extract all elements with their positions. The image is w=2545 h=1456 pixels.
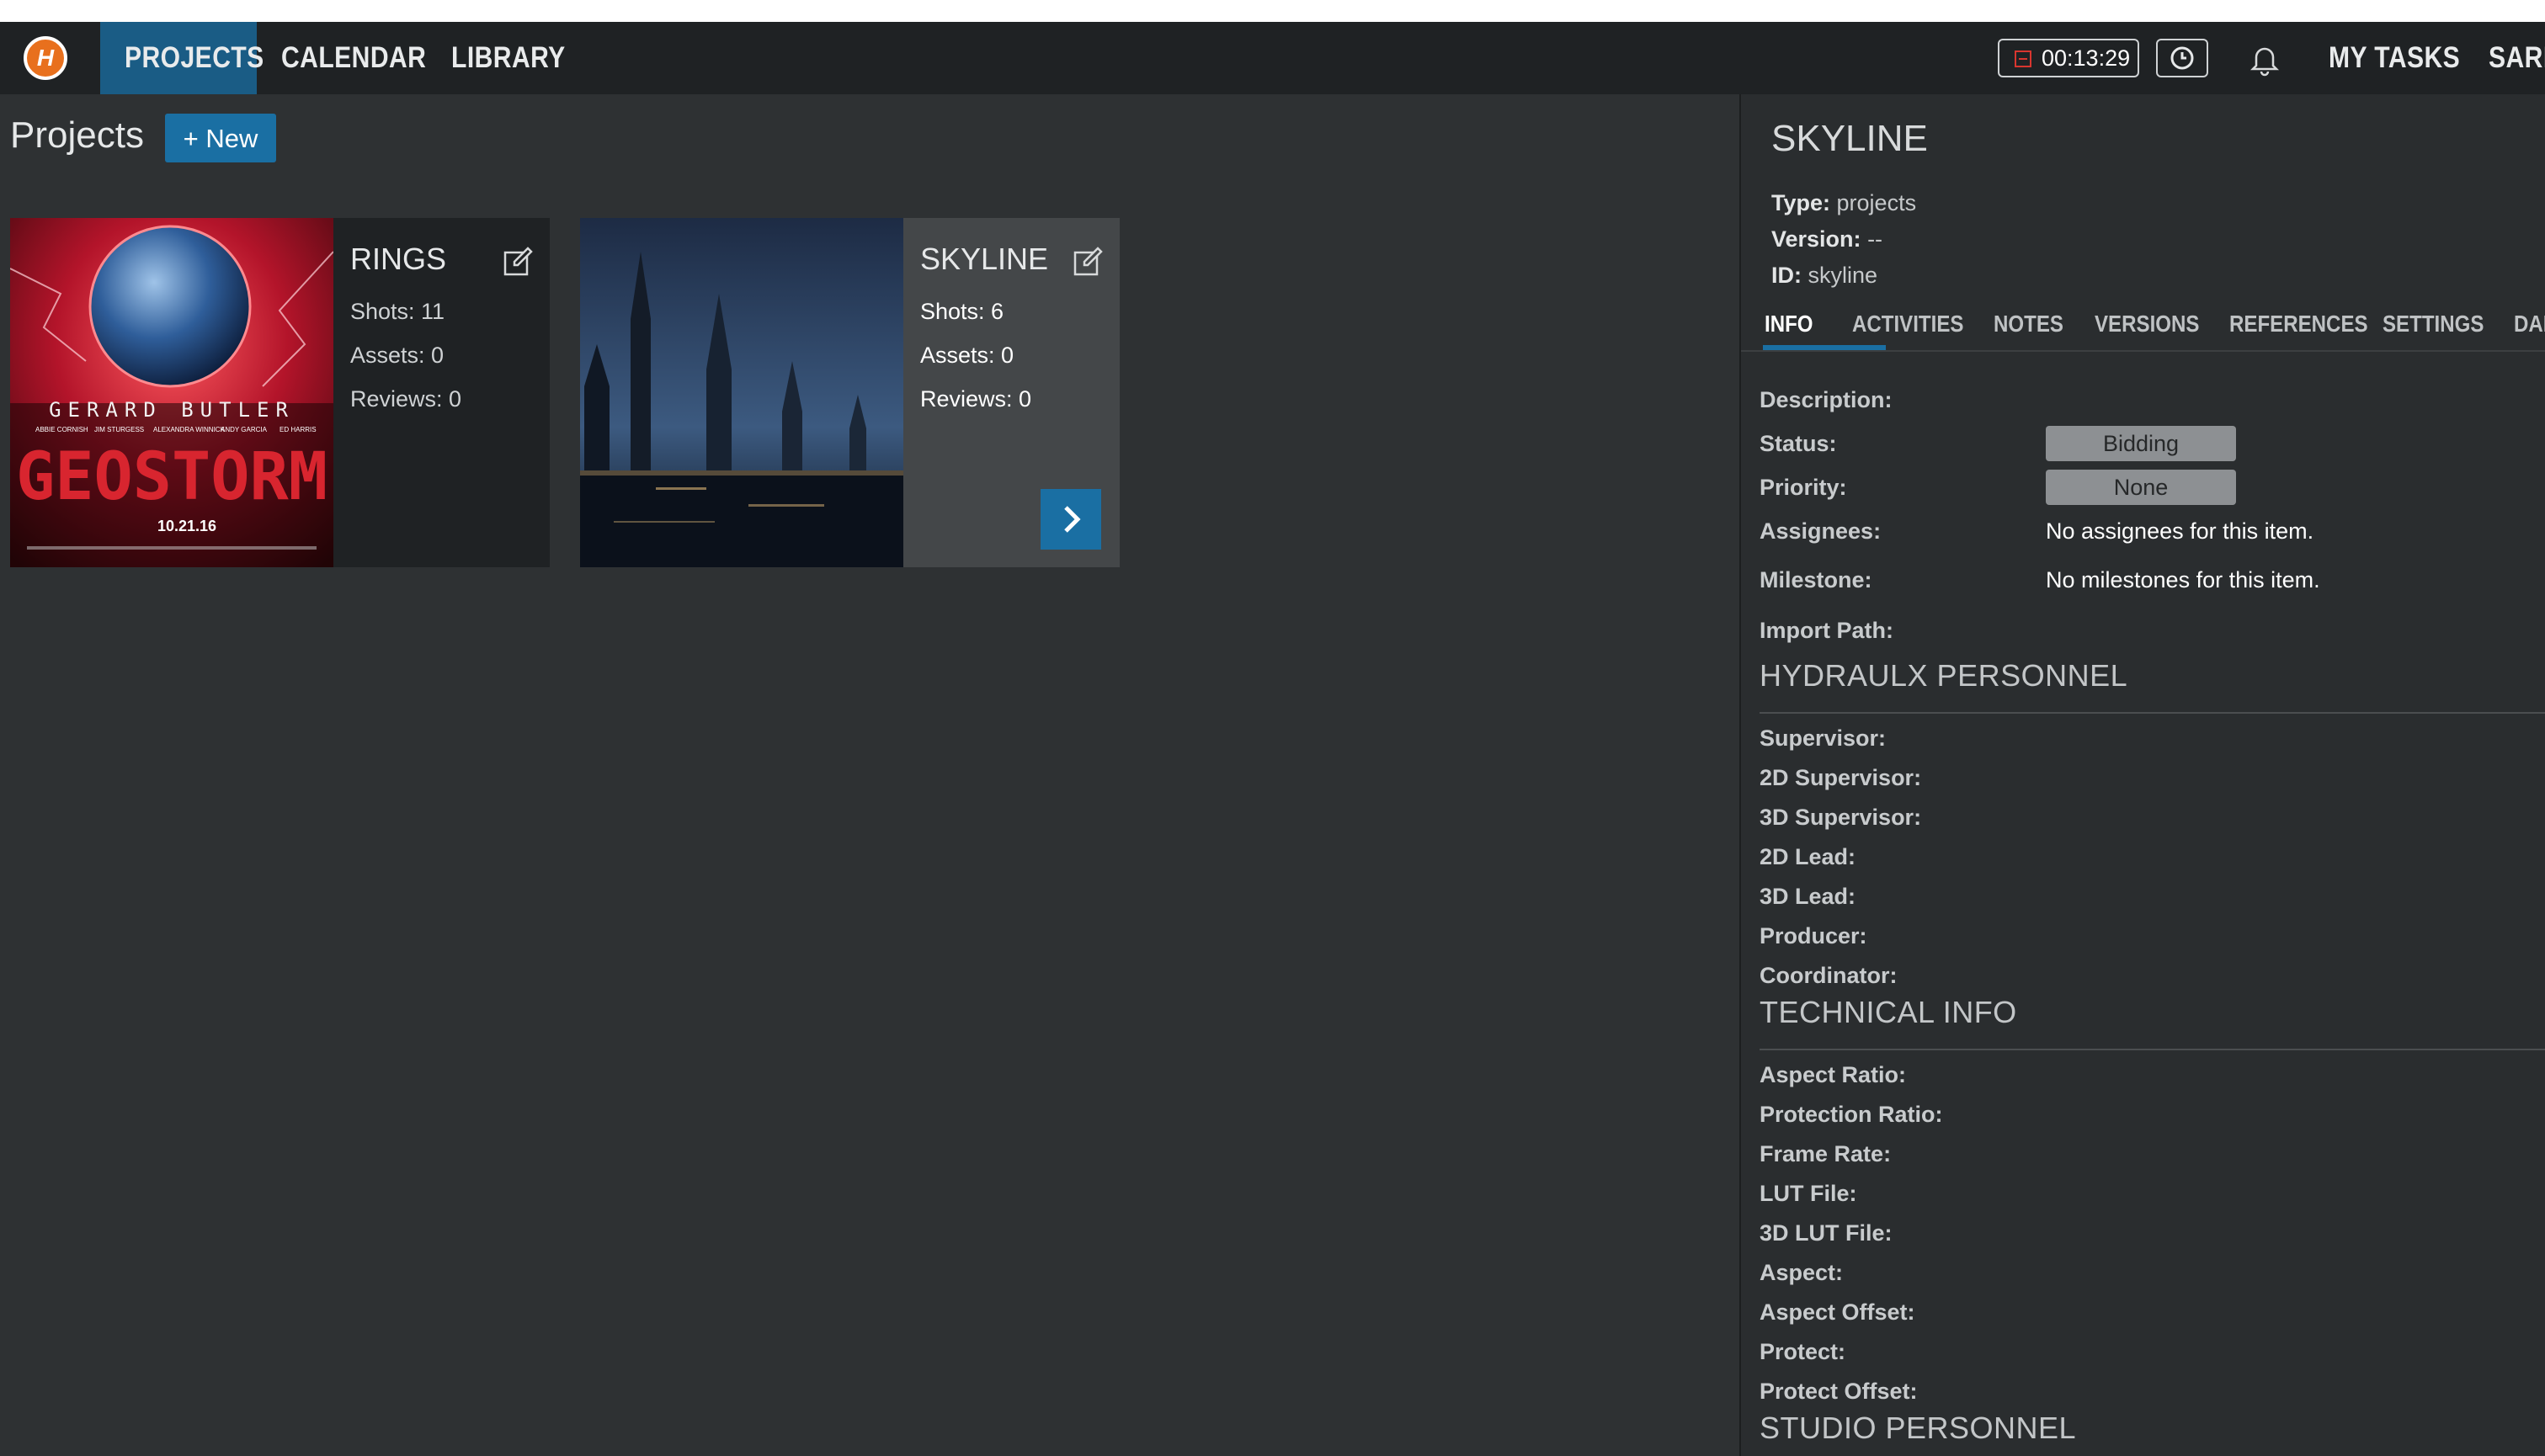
project-card-skyline[interactable]: SKYLINE Shots: 6 Assets: 0 Reviews: 0 xyxy=(580,218,1120,567)
poster-costar-3: ALEXANDRA WINNICK xyxy=(153,426,226,433)
poster-costar-1: ABBIE CORNISH xyxy=(35,426,88,433)
priority-dropdown[interactable]: None xyxy=(2046,470,2236,505)
coordinator-label: Coordinator: xyxy=(1760,963,1898,988)
status-dropdown[interactable]: Bidding xyxy=(2046,426,2236,461)
project-shots: Shots: 6 xyxy=(920,299,1004,324)
project-reviews: Reviews: 0 xyxy=(920,386,1032,412)
project-assets: Assets: 0 xyxy=(920,343,1014,368)
top-navigation: H PROJECTS CALENDAR LIBRARY 00:13:29 MY … xyxy=(0,22,2545,94)
section-divider xyxy=(1760,1049,2545,1050)
type-label: Type: xyxy=(1771,190,1831,215)
assignees-label: Assignees: xyxy=(1760,518,1882,544)
import-path-label: Import Path: xyxy=(1760,618,1893,643)
project-shots: Shots: 11 xyxy=(350,299,445,324)
supervisor-label: Supervisor: xyxy=(1760,725,1887,751)
tab-activities[interactable]: ACTIVITIES xyxy=(1852,300,1963,348)
nav-my-tasks[interactable]: MY TASKS xyxy=(2329,22,2460,94)
app-logo[interactable]: H xyxy=(24,36,67,80)
project-details-panel: SKYLINE Type: projects Version: -- ID: s… xyxy=(1739,94,2545,1456)
version-value: -- xyxy=(1867,226,1883,252)
3d-supervisor-label: 3D Supervisor: xyxy=(1760,805,1922,830)
poster-costar-4: ANDY GARCIA xyxy=(221,426,268,433)
producer-label: Producer: xyxy=(1760,923,1867,949)
tab-dailies[interactable]: DAI xyxy=(2514,300,2545,348)
3d-lead-label: 3D Lead: xyxy=(1760,884,1856,909)
aspect-ratio-label: Aspect Ratio: xyxy=(1760,1062,1907,1087)
tab-versions[interactable]: VERSIONS xyxy=(2095,300,2199,348)
tab-references[interactable]: REFERENCES xyxy=(2229,300,2368,348)
stop-timer-icon[interactable] xyxy=(2015,50,2031,67)
protect-offset-label: Protect Offset: xyxy=(1760,1379,1918,1404)
milestone-value: No milestones for this item. xyxy=(2046,567,2320,592)
id-value: skyline xyxy=(1808,263,1878,288)
chevron-right-icon xyxy=(1064,506,1081,533)
meta-type: Type: projects xyxy=(1771,190,1916,216)
assignees-value: No assignees for this item. xyxy=(2046,518,2314,544)
active-tab-indicator xyxy=(1763,345,1886,350)
edit-icon[interactable] xyxy=(1073,247,1103,277)
section-hydraulx-personnel: HYDRAULX PERSONNEL xyxy=(1760,658,2128,693)
open-project-button[interactable] xyxy=(1041,489,1101,550)
page-title: Projects xyxy=(10,114,144,156)
tab-info[interactable]: INFO xyxy=(1765,300,1813,348)
section-studio-personnel: STUDIO PERSONNEL xyxy=(1760,1411,2077,1445)
poster-film-title: GEOSTORM xyxy=(16,439,327,515)
frame-rate-label: Frame Rate: xyxy=(1760,1141,1892,1166)
project-name[interactable]: SKYLINE xyxy=(920,242,1048,277)
project-reviews: Reviews: 0 xyxy=(350,386,462,412)
priority-label: Priority: xyxy=(1760,475,1847,500)
user-menu[interactable]: SARI xyxy=(2489,22,2545,94)
bell-icon[interactable] xyxy=(2246,40,2283,77)
aspect-label: Aspect: xyxy=(1760,1260,1844,1285)
time-tracker-button[interactable]: 00:13:29 xyxy=(1998,39,2139,77)
tab-notes[interactable]: NOTES xyxy=(1994,300,2063,348)
status-label: Status: xyxy=(1760,431,1837,456)
poster-actor-name: GERARD BUTLER xyxy=(49,398,295,422)
project-card-rings[interactable]: GERARD BUTLER ABBIE CORNISH JIM STURGESS… xyxy=(10,218,550,567)
geostorm-poster-image: GERARD BUTLER ABBIE CORNISH JIM STURGESS… xyxy=(10,218,333,567)
version-label: Version: xyxy=(1771,226,1861,252)
aspect-offset-label: Aspect Offset: xyxy=(1760,1299,1915,1325)
id-label: ID: xyxy=(1771,263,1802,288)
poster-costar-5: ED HARRIS xyxy=(280,426,317,433)
poster-release-date: 10.21.16 xyxy=(157,518,216,534)
tab-settings[interactable]: SETTINGS xyxy=(2383,300,2484,348)
lut-file-label: LUT File: xyxy=(1760,1181,1857,1206)
section-divider xyxy=(1760,712,2545,714)
panel-tabs: INFO ACTIVITIES NOTES VERSIONS REFERENCE… xyxy=(1741,300,2545,352)
poster-costar-2: JIM STURGESS xyxy=(94,426,144,433)
edit-icon[interactable] xyxy=(503,247,533,277)
2d-supervisor-label: 2D Supervisor: xyxy=(1760,765,1922,790)
skyline-thumbnail xyxy=(580,218,903,567)
nav-calendar[interactable]: CALENDAR xyxy=(281,22,426,94)
protection-ratio-label: Protection Ratio: xyxy=(1760,1102,1943,1127)
milestone-label: Milestone: xyxy=(1760,567,1872,592)
3d-lut-file-label: 3D LUT File: xyxy=(1760,1220,1893,1246)
section-technical-info: TECHNICAL INFO xyxy=(1760,995,2017,1029)
meta-version: Version: -- xyxy=(1771,226,1882,252)
nav-projects[interactable]: PROJECTS xyxy=(125,22,264,94)
browser-toolbar-strip xyxy=(0,0,2545,22)
2d-lead-label: 2D Lead: xyxy=(1760,844,1856,869)
description-label: Description: xyxy=(1760,387,1893,412)
project-assets: Assets: 0 xyxy=(350,343,445,368)
clock-icon xyxy=(2170,46,2194,70)
nav-library[interactable]: LIBRARY xyxy=(451,22,566,94)
project-name[interactable]: RINGS xyxy=(350,242,446,277)
skyline-city-image xyxy=(580,218,903,567)
meta-id: ID: skyline xyxy=(1771,263,1877,289)
new-project-button[interactable]: + New xyxy=(165,114,276,162)
protect-label: Protect: xyxy=(1760,1339,1846,1364)
timer-value: 00:13:29 xyxy=(2042,45,2131,71)
rings-thumbnail: GERARD BUTLER ABBIE CORNISH JIM STURGESS… xyxy=(10,218,333,567)
panel-title: SKYLINE xyxy=(1771,118,1928,159)
type-value: projects xyxy=(1836,190,1917,215)
clock-button[interactable] xyxy=(2156,39,2208,77)
logo-letter: H xyxy=(36,45,55,71)
